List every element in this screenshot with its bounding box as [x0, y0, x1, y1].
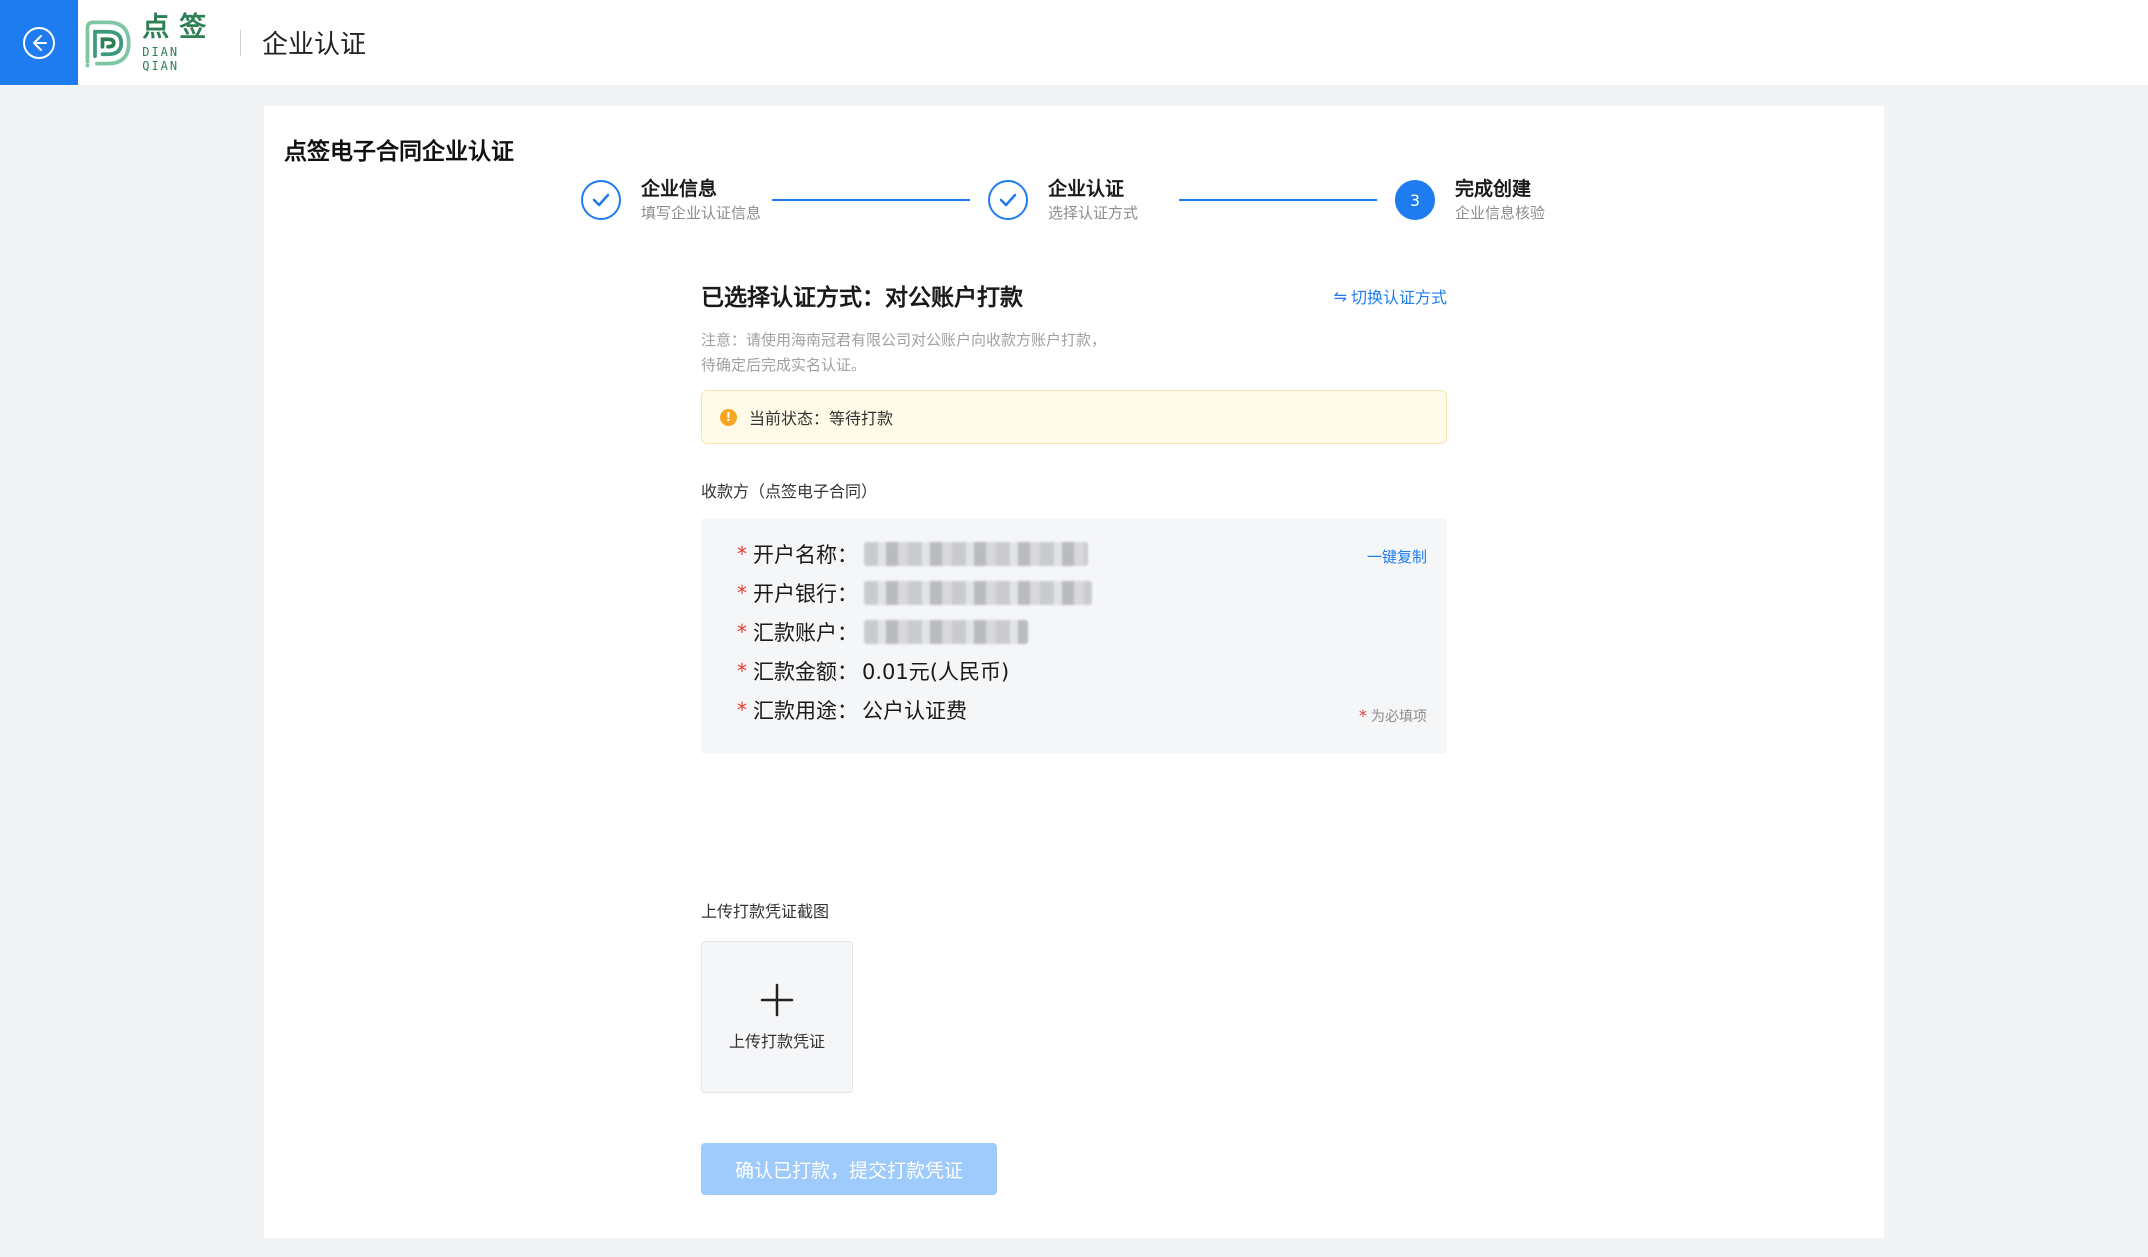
step-complete: 3 完成创建 企业信息核验	[1395, 176, 1545, 224]
payee-row-amount: * 汇款金额： 0.01元(人民币)	[737, 655, 1009, 687]
redacted-value	[864, 620, 1028, 644]
payee-label: 收款方（点签电子合同）	[701, 482, 878, 501]
step-connector	[772, 199, 970, 201]
back-button[interactable]	[0, 0, 78, 85]
row-label: 汇款用途：	[753, 699, 858, 723]
card-title: 点签电子合同企业认证	[284, 139, 514, 165]
check-icon	[999, 193, 1017, 207]
warning-icon: !	[720, 408, 737, 426]
payee-row-bank: * 开户银行：	[737, 577, 1092, 609]
step-connector	[1179, 199, 1377, 201]
payee-row-account-name: * 开户名称：	[737, 538, 1088, 570]
payee-row-account: * 汇款账户：	[737, 616, 1028, 648]
step-progress: 企业信息 填写企业认证信息 企业认证 选择认证方式 3 完成创建 企业信息核验	[264, 176, 1884, 246]
brand-logo[interactable]: 点签 DIAN QIAN	[80, 12, 220, 74]
payee-info-box: * 开户名称： * 开户银行： * 汇款账户： * 汇款金额： 0.01元(人民…	[701, 518, 1447, 754]
step-done-circle	[988, 180, 1028, 220]
row-value: 公户认证费	[862, 699, 967, 723]
step-title: 完成创建	[1455, 178, 1532, 200]
required-hint: * 为必填项	[1359, 706, 1427, 726]
logo-chinese: 点签	[142, 12, 217, 43]
submit-voucher-button[interactable]: 确认已打款，提交打款凭证	[701, 1143, 997, 1195]
required-asterisk: *	[737, 698, 747, 722]
step-subtitle: 选择认证方式	[1048, 204, 1139, 222]
plus-icon	[760, 983, 794, 1017]
redacted-value	[864, 542, 1088, 566]
step-subtitle: 企业信息核验	[1455, 204, 1546, 222]
row-label: 汇款账户：	[753, 621, 858, 645]
required-asterisk: *	[1359, 706, 1367, 725]
redacted-value	[864, 581, 1092, 605]
row-value: 0.01元(人民币)	[862, 660, 1010, 684]
upload-text: 上传打款凭证	[728, 1032, 825, 1051]
payee-row-purpose: * 汇款用途： 公户认证费	[737, 694, 967, 726]
upload-voucher-button[interactable]: 上传打款凭证	[701, 941, 853, 1093]
step-done-circle	[581, 180, 621, 220]
method-title: 已选择认证方式：对公账户打款	[701, 285, 1023, 311]
top-bar: 点签 DIAN QIAN 企业认证	[0, 0, 2148, 85]
row-label: 汇款金额：	[753, 660, 858, 684]
check-icon	[592, 193, 610, 207]
back-arrow-icon	[23, 26, 55, 59]
required-asterisk: *	[737, 659, 747, 683]
switch-method-label: 切换认证方式	[1350, 288, 1447, 307]
required-asterisk: *	[737, 542, 747, 566]
upload-label: 上传打款凭证截图	[701, 902, 830, 921]
copy-all-button[interactable]: 一键复制	[1367, 546, 1427, 567]
status-text: 当前状态：等待打款	[749, 409, 894, 428]
logo-text: 点签 DIAN QIAN	[142, 12, 220, 74]
swap-icon: ⇋	[1333, 286, 1347, 306]
step-company-auth: 企业认证 选择认证方式	[988, 176, 1138, 224]
required-asterisk: *	[737, 620, 747, 644]
switch-method-link[interactable]: ⇋ 切换认证方式	[1334, 284, 1447, 308]
step-subtitle: 填写企业认证信息	[641, 204, 762, 222]
page-title: 企业认证	[262, 30, 367, 60]
row-label: 开户名称：	[753, 543, 858, 567]
logo-english: DIAN QIAN	[142, 45, 180, 73]
step-title: 企业信息	[641, 178, 718, 200]
row-label: 开户银行：	[753, 582, 858, 606]
step-title: 企业认证	[1048, 178, 1125, 200]
main-card: 点签电子合同企业认证 企业信息 填写企业认证信息 企业认证 选择认证方式 3 完…	[264, 106, 1884, 1238]
notice-text: 注意：请使用海南冠君有限公司对公账户向收款方账户打款， 待确定后完成实名认证。	[701, 328, 1341, 378]
notice-line: 注意：请使用海南冠君有限公司对公账户向收款方账户打款，	[701, 331, 1107, 349]
step-active-circle: 3	[1395, 180, 1435, 220]
step-company-info: 企业信息 填写企业认证信息	[581, 176, 761, 224]
status-banner: ! 当前状态：等待打款	[701, 390, 1447, 444]
header-divider	[240, 30, 241, 56]
required-asterisk: *	[737, 581, 747, 605]
required-hint-text: 为必填项	[1371, 709, 1427, 725]
notice-line: 待确定后完成实名认证。	[701, 356, 867, 374]
logo-mark-icon	[85, 20, 131, 68]
